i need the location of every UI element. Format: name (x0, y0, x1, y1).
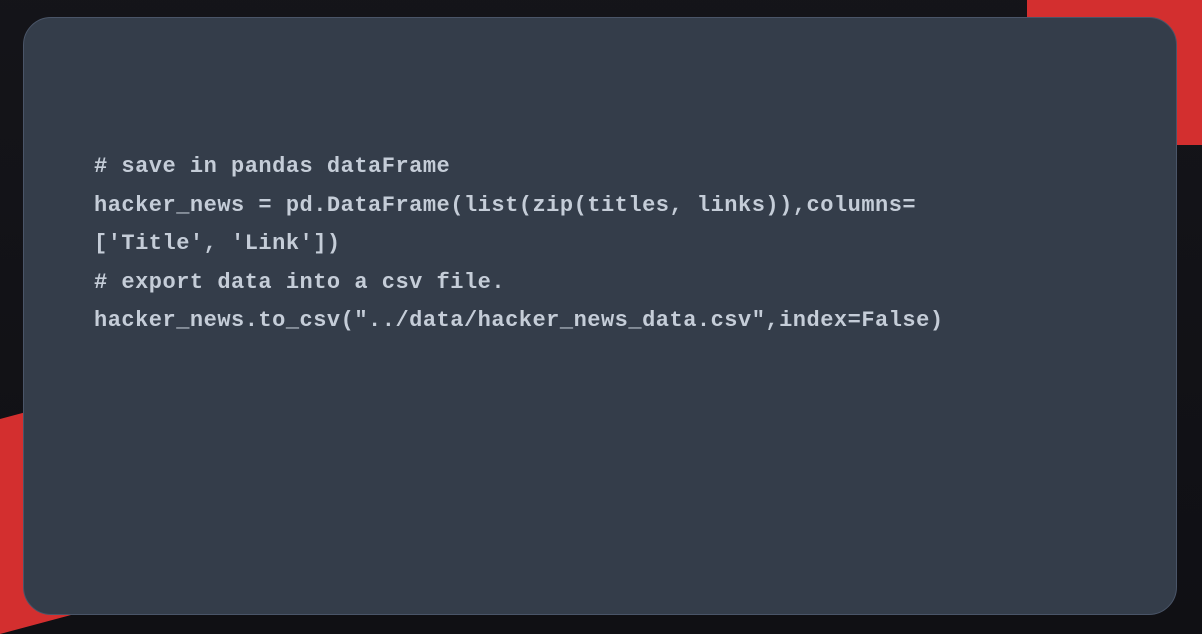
code-line-1: # save in pandas dataFrame (94, 148, 1106, 187)
code-line-3: ['Title', 'Link']) (94, 225, 1106, 264)
code-line-2: hacker_news = pd.DataFrame(list(zip(titl… (94, 187, 1106, 226)
code-line-6: hacker_news.to_csv("../data/hacker_news_… (94, 302, 1106, 341)
code-line-5: # export data into a csv file. (94, 264, 1106, 303)
code-snippet-container: # save in pandas dataFramehacker_news = … (23, 17, 1177, 615)
code-block: # save in pandas dataFramehacker_news = … (94, 148, 1106, 341)
